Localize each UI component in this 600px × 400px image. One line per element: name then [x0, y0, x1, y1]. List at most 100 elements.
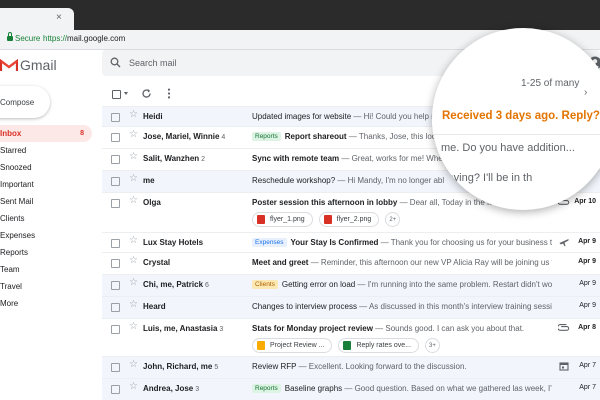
- row-checkbox[interactable]: [111, 325, 120, 334]
- star-icon[interactable]: ☆: [129, 173, 138, 185]
- subject-line[interactable]: Reports Baseline graphs — Good question. …: [252, 384, 552, 393]
- refresh-icon[interactable]: [141, 88, 152, 99]
- chevron-right-icon[interactable]: ›: [584, 87, 587, 98]
- row-checkbox[interactable]: [111, 363, 120, 372]
- gmail-logo-icon[interactable]: [0, 58, 18, 72]
- sender: Chi, me, Patrick 6: [143, 280, 209, 289]
- nudge-text[interactable]: Received 3 days ago. Reply?: [442, 110, 600, 122]
- star-icon[interactable]: ☆: [129, 299, 138, 311]
- tab-close-icon[interactable]: ×: [56, 12, 62, 24]
- sidebar-item-label: More: [0, 299, 19, 308]
- select-all-checkbox[interactable]: [112, 90, 121, 99]
- subject-line[interactable]: Stats for Monday project review — Sounds…: [252, 324, 552, 333]
- subject-line[interactable]: Expenses Your Stay Is Confirmed — Thank y…: [252, 238, 552, 247]
- star-icon[interactable]: ☆: [129, 195, 138, 207]
- email-subject: Your Stay Is Confirmed: [290, 238, 379, 247]
- label-badge[interactable]: Reports: [252, 132, 281, 141]
- star-icon[interactable]: ☆: [129, 255, 138, 267]
- star-icon[interactable]: ☆: [129, 129, 138, 141]
- subject-line[interactable]: Changes to interview process — As discus…: [252, 302, 552, 311]
- thread-count: 2: [201, 156, 206, 163]
- row-checkbox[interactable]: [111, 385, 120, 394]
- row-checkbox[interactable]: [111, 177, 120, 186]
- row-checkbox[interactable]: [111, 239, 120, 248]
- row-checkbox[interactable]: [111, 155, 120, 164]
- screen: × Secure https://mail.google.com Gmail S…: [0, 0, 600, 400]
- email-snippet: — Hi! Could you help me: [351, 112, 443, 121]
- sidebar-item-sent-mail[interactable]: Sent Mail: [0, 193, 92, 210]
- sender: Heard: [143, 302, 166, 311]
- sidebar-item-more[interactable]: More: [0, 295, 92, 312]
- sidebar-item-reports[interactable]: Reports: [0, 244, 92, 261]
- row-checkbox[interactable]: [111, 113, 120, 122]
- more-attachments[interactable]: 2+: [385, 212, 401, 227]
- star-icon[interactable]: ☆: [129, 381, 138, 393]
- email-date: Apr 8: [578, 324, 596, 331]
- more-vert-icon[interactable]: [167, 88, 171, 99]
- email-row[interactable]: ☆ John, Richard, me 5 Review RFP — Excellen…: [102, 357, 600, 379]
- url-text[interactable]: https://mail.google.com: [43, 34, 125, 43]
- sidebar-item-important[interactable]: Important: [0, 176, 92, 193]
- sidebar-item-clients[interactable]: Clients: [0, 210, 92, 227]
- subject-line[interactable]: Meet and greet — Reminder, this afternoo…: [252, 258, 552, 267]
- attachment-chip[interactable]: Reply rates ove...: [338, 338, 419, 353]
- attachment-chips: flyer_1.png flyer_2.png 2+: [252, 212, 401, 227]
- sidebar-item-starred[interactable]: Starred: [0, 142, 92, 159]
- label-badge[interactable]: Reports: [252, 384, 281, 393]
- email-date: Apr 7: [579, 362, 596, 369]
- secure-label: Secure: [15, 34, 41, 43]
- sender: Heidi: [143, 112, 163, 121]
- row-checkbox[interactable]: [111, 133, 120, 142]
- attachment-chip[interactable]: flyer_1.png: [252, 212, 313, 227]
- email-row[interactable]: ☆ Luis, me, Anastasia 3 Stats for Monday pr…: [102, 319, 600, 357]
- email-subject: Report shareout: [284, 132, 347, 141]
- url-host: mail.google.com: [67, 34, 126, 43]
- email-row[interactable]: ☆ Crystal Meet and greet — Reminder, this …: [102, 253, 600, 275]
- select-dropdown-icon[interactable]: [124, 92, 128, 95]
- email-row[interactable]: ☆ Lux Stay Hotels Expenses Your Stay Is Con…: [102, 233, 600, 253]
- row-checkbox[interactable]: [111, 259, 120, 268]
- label-badge[interactable]: Expenses: [252, 238, 287, 247]
- attachment-name: Project Review ...: [270, 342, 325, 349]
- sidebar-item-label: Snoozed: [0, 163, 32, 172]
- email-row[interactable]: ☆ Andrea, Jose 3 Reports Baseline graphs — G…: [102, 379, 600, 400]
- subject-line[interactable]: Review RFP — Excellent. Looking forward …: [252, 362, 552, 371]
- attachment-name: flyer_1.png: [270, 216, 305, 223]
- sidebar-item-label: Travel: [0, 282, 22, 291]
- more-attachments[interactable]: 3+: [424, 338, 440, 353]
- label-badge[interactable]: Clients: [252, 280, 278, 289]
- row-checkbox[interactable]: [111, 281, 120, 290]
- star-icon[interactable]: ☆: [129, 151, 138, 163]
- search-input[interactable]: Search mail: [129, 58, 177, 68]
- star-icon[interactable]: ☆: [129, 359, 138, 371]
- thread-count: 6: [205, 282, 209, 289]
- sidebar-item-expenses[interactable]: Expenses: [0, 227, 92, 244]
- sidebar-item-inbox[interactable]: Inbox 8: [0, 125, 92, 142]
- star-icon[interactable]: ☆: [129, 235, 138, 247]
- sidebar-item-label: Starred: [0, 146, 27, 155]
- star-icon[interactable]: ☆: [129, 277, 138, 289]
- compose-button[interactable]: Compose: [0, 86, 50, 118]
- sidebar-item-snoozed[interactable]: Snoozed: [0, 159, 92, 176]
- email-subject: Meet and greet: [252, 258, 309, 267]
- sidebar-item-travel[interactable]: Travel: [0, 278, 92, 295]
- sender-name: Andrea, Jose: [143, 384, 194, 393]
- pagination-text: 1-25 of many: [521, 78, 580, 89]
- attachment-chip[interactable]: flyer_2.png: [318, 212, 380, 227]
- sidebar-item-label: Inbox: [0, 129, 22, 138]
- attachment-chip[interactable]: Project Review ...: [252, 338, 333, 353]
- email-date: Apr 9: [578, 258, 596, 265]
- sidebar-item-team[interactable]: Team: [0, 261, 92, 278]
- search-icon[interactable]: [110, 57, 121, 68]
- subject-line[interactable]: Clients Getting error on load — I'm runni…: [252, 280, 552, 289]
- star-icon[interactable]: ☆: [129, 321, 138, 333]
- calendar-icon: [558, 360, 572, 372]
- email-row[interactable]: ☆ Heard Changes to interview process — As …: [102, 297, 600, 319]
- star-icon[interactable]: ☆: [129, 109, 138, 121]
- sender: me: [143, 176, 155, 185]
- email-row[interactable]: ☆ Chi, me, Patrick 6 Clients Getting error o…: [102, 275, 600, 297]
- browser-tab[interactable]: ×: [0, 8, 74, 30]
- row-checkbox[interactable]: [111, 199, 120, 208]
- thread-count: 4: [221, 134, 226, 141]
- row-checkbox[interactable]: [111, 303, 120, 312]
